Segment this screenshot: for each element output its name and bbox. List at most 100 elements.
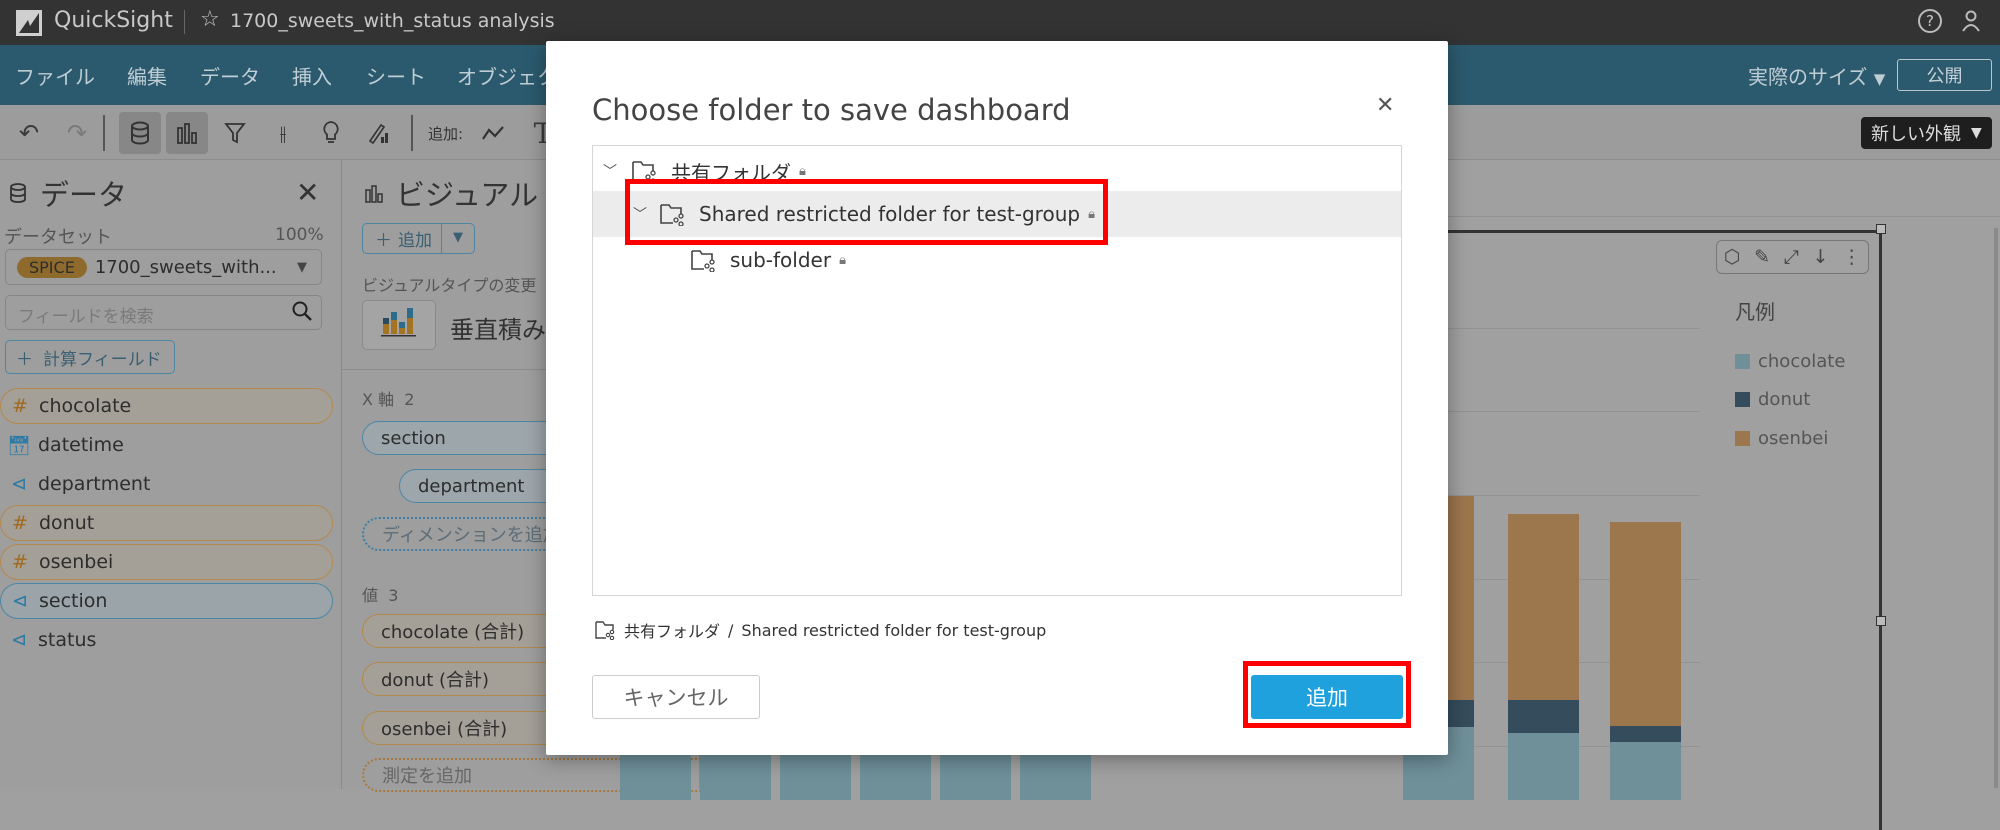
field-item-donut[interactable]: # donut — [0, 505, 333, 541]
add-label: 追加: — [428, 125, 464, 143]
spice-badge: SPICE — [17, 256, 87, 278]
values-count: 3 — [388, 586, 399, 605]
caret-down-icon: ▼ — [1873, 70, 1886, 88]
legend-title: 凡例 — [1735, 300, 1775, 324]
undo-icon[interactable]: ↶ — [8, 112, 50, 154]
calendar-icon: 📅︎ — [6, 434, 32, 457]
data-panel: データ ✕ データセット 100% SPICE 1700_sweets_with… — [0, 160, 342, 789]
top-bar: QuickSight ☆ 1700_sweets_with_status ana… — [0, 0, 2000, 45]
add-calculated-field-button[interactable]: ＋ 計算フィールド — [5, 340, 175, 374]
shared-folder-icon — [690, 248, 716, 272]
star-icon[interactable]: ☆ — [200, 7, 220, 32]
legend-item-osenbei[interactable]: osenbei — [1735, 428, 1828, 449]
highlight-box — [625, 179, 1108, 245]
dialog-title: Choose folder to save dashboard — [592, 93, 1071, 127]
breadcrumb-root[interactable]: 共有フォルダ — [624, 618, 720, 642]
menu-object[interactable]: オブジェク — [457, 61, 557, 90]
chart-bar-segment[interactable] — [1610, 726, 1681, 742]
caret-down-icon: ▼ — [453, 230, 463, 245]
menu-data[interactable]: データ — [200, 61, 260, 90]
publish-button[interactable]: 公開 — [1897, 59, 1992, 91]
close-icon[interactable]: ✕ — [1376, 93, 1394, 118]
field-item-datetime[interactable]: 📅︎ datetime — [0, 427, 333, 463]
field-item-section[interactable]: ⊲ section — [0, 583, 333, 619]
close-icon[interactable]: ✕ — [296, 176, 319, 209]
filter-icon[interactable] — [214, 112, 256, 154]
legend-item-chocolate[interactable]: chocolate — [1735, 351, 1845, 372]
zoom-dropdown[interactable]: 実際のサイズ ▼ — [1748, 61, 1885, 90]
dataset-name: 1700_sweets_with... — [94, 256, 277, 278]
search-placeholder: フィールドを検索 — [18, 307, 154, 327]
add-button[interactable]: 追加 — [1251, 675, 1403, 719]
zoom-label: 実際のサイズ — [1748, 65, 1868, 89]
resize-handle[interactable] — [1876, 616, 1886, 626]
divider — [184, 10, 185, 34]
insight-icon[interactable]: ⬡ — [1724, 246, 1741, 268]
legend-swatch — [1735, 431, 1750, 446]
redo-icon[interactable]: ↷ — [56, 112, 98, 154]
format-visual-icon[interactable]: ✎ — [1754, 246, 1770, 268]
cancel-button[interactable]: キャンセル — [592, 675, 760, 719]
export-download-icon[interactable]: ↓ — [1813, 246, 1829, 268]
tree-item-label: sub-folder — [730, 248, 832, 272]
chart-bar-segment[interactable] — [1610, 742, 1681, 800]
add-visual-dropdown[interactable]: ▼ — [441, 223, 475, 254]
insights-bulb-icon[interactable] — [310, 112, 352, 154]
field-search-input[interactable]: フィールドを検索 — [5, 295, 322, 330]
visual-menu-toolbar: ⬡ ✎ ⤢ ↓ ⋮ — [1716, 240, 1869, 274]
legend-item-donut[interactable]: donut — [1735, 389, 1810, 410]
search-icon — [291, 300, 313, 322]
chevron-down-icon[interactable]: ﹀ — [603, 161, 631, 181]
dimension-tag-icon: ⊲ — [11, 629, 27, 651]
themes-brush-icon[interactable] — [358, 112, 400, 154]
add-visual-button[interactable]: ＋ 追加 — [362, 223, 442, 254]
appearance-dropdown[interactable]: 新しい外観 ▼ — [1861, 117, 1992, 149]
plus-icon: ＋ — [16, 349, 33, 370]
more-options-icon[interactable]: ⋮ — [1842, 246, 1861, 268]
expand-icon[interactable]: ⤢ — [1784, 246, 1799, 268]
field-item-osenbei[interactable]: # osenbei — [0, 544, 333, 580]
visual-type-button[interactable] — [362, 300, 436, 350]
caret-down-icon: ▼ — [297, 259, 307, 275]
dataset-select[interactable]: SPICE 1700_sweets_with... ▼ — [5, 249, 322, 285]
resize-handle[interactable] — [1876, 224, 1886, 234]
field-item-status[interactable]: ⊲ status — [0, 622, 333, 658]
folder-tree: ﹀ 共有フォルダ 🔒︎ ﹀ Shared restricted folder f… — [592, 145, 1402, 596]
chart-bar-segment[interactable] — [1508, 700, 1579, 733]
legend-label: donut — [1758, 389, 1811, 410]
legend-label: chocolate — [1758, 351, 1846, 372]
app-name[interactable]: QuickSight — [54, 8, 173, 33]
field-item-chocolate[interactable]: # chocolate — [0, 388, 333, 424]
chart-bar-segment[interactable] — [1508, 514, 1579, 700]
tree-item-sub-folder[interactable]: sub-folder 🔒︎ — [593, 237, 1401, 283]
menu-sheet[interactable]: シート — [366, 61, 426, 90]
add-visual-line-icon[interactable] — [472, 112, 514, 154]
plus-icon: ＋ — [375, 231, 392, 251]
chart-bar-segment[interactable] — [1610, 522, 1681, 726]
analysis-title[interactable]: 1700_sweets_with_status analysis — [230, 10, 555, 32]
vertical-scrollbar[interactable] — [1994, 228, 1998, 788]
menu-insert[interactable]: 挿入 — [292, 61, 332, 90]
change-visual-type-label: ビジュアルタイプの変更 — [362, 276, 537, 295]
data-panel-toggle-icon[interactable] — [119, 112, 161, 154]
visuals-panel-toggle-icon[interactable] — [166, 112, 208, 154]
parameters-icon[interactable]: ⫲ — [262, 112, 304, 154]
menu-edit[interactable]: 編集 — [127, 61, 167, 90]
save-folder-dialog: Choose folder to save dashboard ✕ ﹀ 共有フォ… — [546, 41, 1448, 755]
breadcrumb-separator: / — [728, 620, 734, 640]
field-name: donut — [39, 512, 95, 534]
calc-field-label: 計算フィールド — [43, 349, 162, 370]
field-item-department[interactable]: ⊲ department — [0, 466, 333, 502]
values-well-label: 値 3 — [362, 582, 398, 606]
selected-path-breadcrumb: 共有フォルダ / Shared restricted folder for te… — [594, 618, 1046, 642]
dataset-percent: 100% — [275, 225, 324, 245]
stacked-bar-icon — [381, 308, 416, 337]
x-axis-well-label: X 軸 2 — [362, 386, 414, 410]
user-icon[interactable] — [1960, 9, 1982, 33]
help-icon[interactable]: ? — [1918, 9, 1942, 33]
field-name: osenbei — [39, 551, 114, 573]
menu-file[interactable]: ファイル — [15, 61, 95, 90]
chart-bar-segment[interactable] — [1508, 733, 1579, 800]
visuals-panel-title: ビジュアル — [396, 178, 539, 212]
add-visual-label: 追加 — [398, 231, 432, 251]
